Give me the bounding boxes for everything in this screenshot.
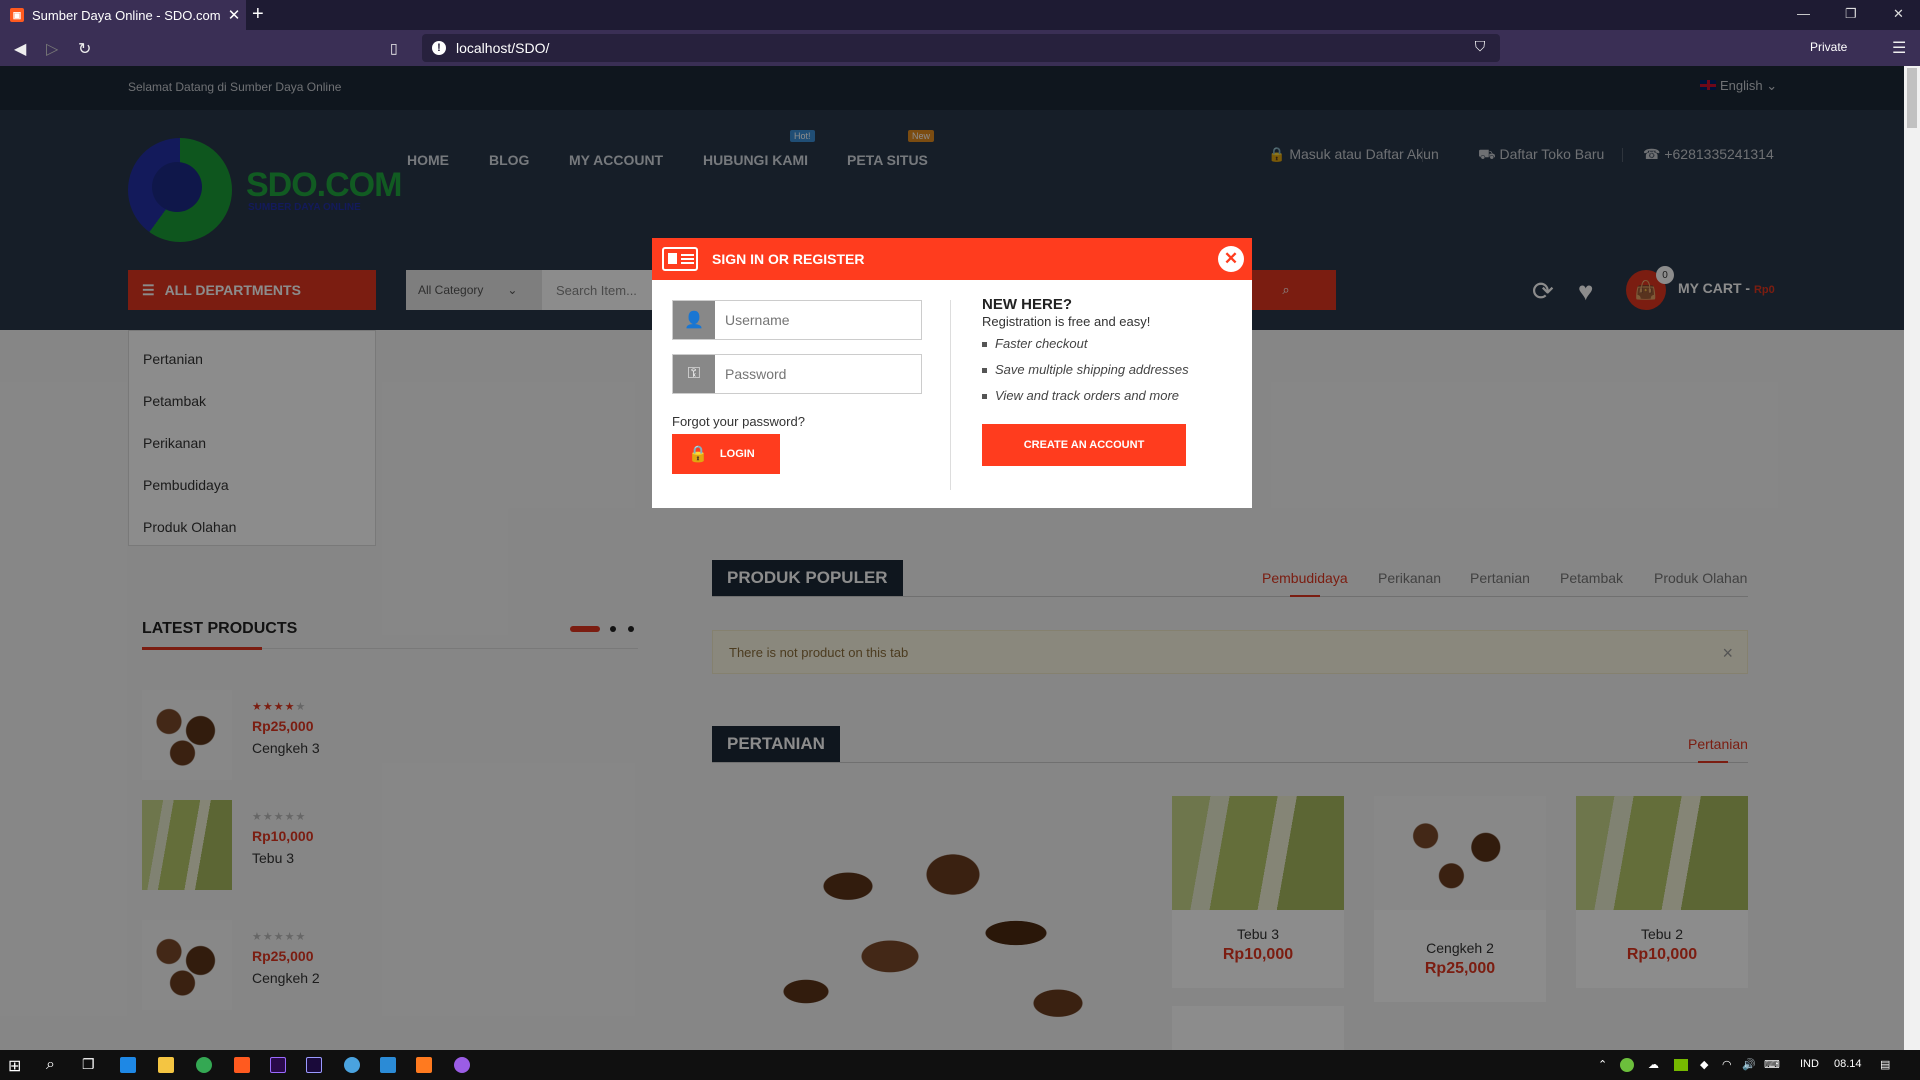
site-info-icon[interactable]: ! xyxy=(432,41,446,55)
forward-icon[interactable]: ▷ xyxy=(46,39,58,59)
password-field[interactable]: ⚿ xyxy=(672,354,922,394)
login-label: LOGIN xyxy=(719,448,755,460)
private-label: Private xyxy=(1810,40,1848,54)
username-field[interactable]: 👤 xyxy=(672,300,922,340)
tray-chevron-icon[interactable]: ⌃ xyxy=(1598,1058,1607,1071)
tray-app-icon[interactable]: ☁ xyxy=(1648,1058,1659,1071)
windows-taskbar: ⊞ ⌕ ❐ ⌃ ☁ ◆ ◠ 🔊 ⌨ IND 08.14 ▤ xyxy=(0,1050,1920,1080)
back-icon[interactable]: ◀ xyxy=(14,39,26,59)
nvidia-icon[interactable] xyxy=(1674,1059,1688,1071)
close-modal-button[interactable]: ✕ xyxy=(1218,246,1244,272)
new-here-heading: NEW HERE? xyxy=(982,296,1072,313)
keyboard-icon[interactable]: ⌨ xyxy=(1764,1058,1780,1071)
close-window-button[interactable]: ✕ xyxy=(1893,6,1904,22)
user-icon: 👤 xyxy=(673,301,715,339)
forgot-password-link[interactable]: Forgot your password? xyxy=(672,414,805,429)
registration-text: Registration is free and easy! xyxy=(982,314,1151,329)
file-explorer-icon[interactable] xyxy=(158,1057,174,1073)
task-view-icon[interactable]: ❐ xyxy=(82,1056,95,1073)
password-input[interactable] xyxy=(715,355,921,393)
input-language[interactable]: IND xyxy=(1800,1058,1819,1070)
browser-tab[interactable]: ▣ Sumber Daya Online - SDO.com ✕ xyxy=(0,0,246,30)
brave-shield-icon[interactable]: ⛉ xyxy=(1470,38,1490,58)
search-icon[interactable]: ⌕ xyxy=(46,1056,55,1074)
app-icon[interactable] xyxy=(454,1057,470,1073)
page-scrollbar[interactable] xyxy=(1904,66,1920,1050)
sign-in-modal: SIGN IN OR REGISTER ✕ 👤 ⚿ Forgot your pa… xyxy=(652,238,1252,508)
tab-close-icon[interactable]: ✕ xyxy=(222,6,246,24)
modal-overlay[interactable] xyxy=(0,66,1904,1050)
url-field[interactable]: ! localhost/SDO/ xyxy=(422,34,1500,62)
login-button[interactable]: 🔒 LOGIN xyxy=(672,434,780,474)
modal-title: SIGN IN OR REGISTER xyxy=(712,251,865,267)
xampp-icon[interactable] xyxy=(416,1057,432,1073)
url-text: localhost/SDO/ xyxy=(456,40,550,56)
brave-icon[interactable] xyxy=(234,1057,250,1073)
browser-menu-icon[interactable]: ☰ xyxy=(1892,38,1906,58)
notifications-icon[interactable]: ▤ xyxy=(1880,1058,1890,1071)
benefit-item: View and track orders and more xyxy=(982,388,1179,403)
scrollbar-thumb[interactable] xyxy=(1907,68,1917,128)
benefit-item: Faster checkout xyxy=(982,336,1088,351)
site-favicon-icon: ▣ xyxy=(10,8,24,22)
reload-icon[interactable]: ↻ xyxy=(78,39,91,59)
tray-app-icon[interactable]: ◆ xyxy=(1700,1058,1708,1071)
browser-tab-bar: ▣ Sumber Daya Online - SDO.com ✕ + — ❐ ✕ xyxy=(0,0,1920,30)
modal-header: SIGN IN OR REGISTER ✕ xyxy=(652,238,1252,280)
lock-icon: 🔒 xyxy=(688,446,708,463)
restore-button[interactable]: ❐ xyxy=(1845,6,1857,22)
after-effects-icon[interactable] xyxy=(306,1057,322,1073)
volume-icon[interactable]: 🔊 xyxy=(1742,1058,1756,1071)
clock[interactable]: 08.14 xyxy=(1834,1058,1862,1070)
app-icon[interactable] xyxy=(344,1057,360,1073)
bookmark-icon[interactable]: ▯ xyxy=(390,40,398,57)
username-input[interactable] xyxy=(715,301,921,339)
key-icon: ⚿ xyxy=(673,355,715,393)
new-tab-button[interactable]: + xyxy=(252,4,264,24)
modal-divider xyxy=(950,300,951,490)
edge-icon[interactable] xyxy=(120,1057,136,1073)
tray-app-icon[interactable] xyxy=(1620,1058,1634,1072)
site-viewport: Selamat Datang di Sumber Daya Online Eng… xyxy=(0,66,1904,1050)
vscode-icon[interactable] xyxy=(380,1057,396,1073)
tab-title: Sumber Daya Online - SDO.com xyxy=(32,7,221,23)
id-card-icon xyxy=(662,247,698,271)
minimize-button[interactable]: — xyxy=(1797,6,1810,21)
windows-start-icon[interactable]: ⊞ xyxy=(8,1056,21,1076)
wifi-icon[interactable]: ◠ xyxy=(1722,1058,1732,1071)
create-account-button[interactable]: CREATE AN ACCOUNT xyxy=(982,424,1186,466)
chrome-icon[interactable] xyxy=(196,1057,212,1073)
benefit-item: Save multiple shipping addresses xyxy=(982,362,1189,377)
premiere-icon[interactable] xyxy=(270,1057,286,1073)
